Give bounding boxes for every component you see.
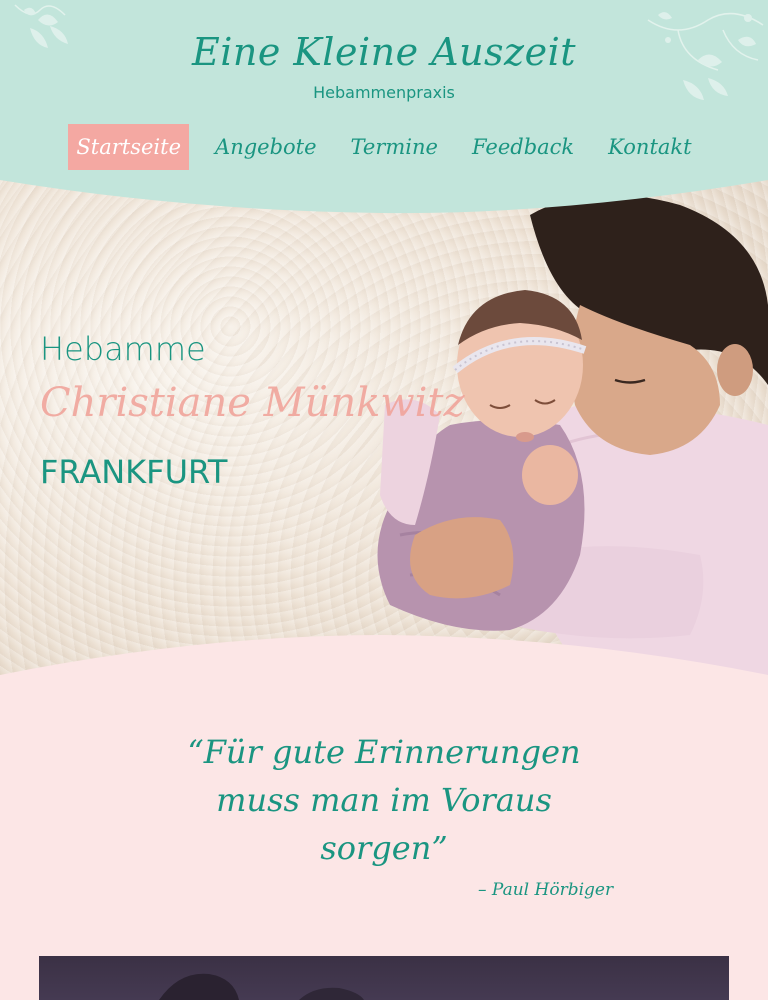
nav-item-angebote[interactable]: Angebote: [207, 124, 325, 170]
nav-item-feedback[interactable]: Feedback: [464, 124, 582, 170]
hero-bottom-wave: [0, 635, 768, 680]
hero-section: Hebamme Christiane Münkwitz FRANKFURT: [0, 175, 768, 680]
nav-item-startseite[interactable]: Startseite: [68, 124, 190, 170]
hero-photo: [377, 194, 768, 680]
nav-item-termine[interactable]: Termine: [343, 124, 446, 170]
hero-top-wave: [0, 175, 768, 214]
nav-item-kontakt[interactable]: Kontakt: [600, 124, 699, 170]
quote-line-2: muss man im Voraus: [216, 781, 552, 819]
hero-label: Hebamme: [40, 330, 206, 368]
quote-line-3: sorgen”: [320, 829, 448, 867]
quote-block: “Für gute Erinnerungen muss man im Vorau…: [0, 728, 768, 872]
site-title[interactable]: Eine Kleine Auszeit: [0, 30, 768, 74]
site-subtitle: Hebammenpraxis: [313, 83, 455, 102]
bottom-photo: [39, 956, 729, 1000]
hero-city: FRANKFURT: [40, 453, 228, 491]
bottom-photo-silhouette: [159, 973, 364, 1000]
hero-name: Christiane Münkwitz: [40, 380, 465, 426]
main-navigation: Startseite Angebote Termine Feedback Kon…: [0, 124, 768, 170]
quote-author: – Paul Hörbiger: [478, 880, 614, 900]
quote-line-1: “Für gute Erinnerungen: [187, 733, 581, 771]
